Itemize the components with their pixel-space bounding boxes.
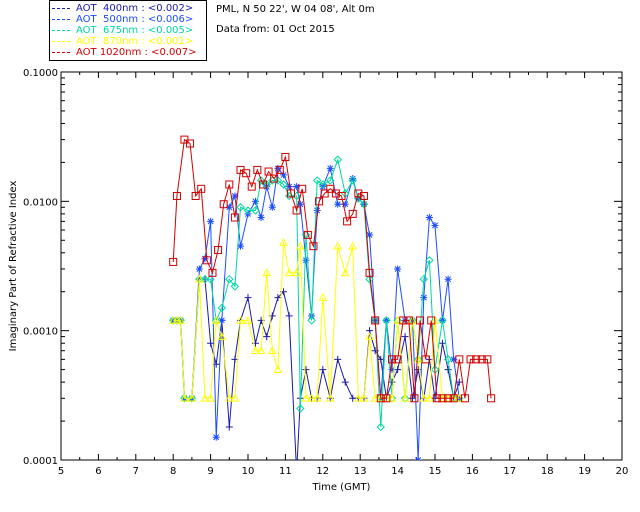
data-point: [334, 200, 342, 208]
x-tick-label: 5: [58, 466, 64, 477]
data-point: [341, 378, 349, 386]
data-point: [414, 456, 422, 460]
x-tick-label: 17: [503, 466, 516, 477]
x-tick-label: 8: [170, 466, 176, 477]
y-tick-label: 0.1000: [23, 68, 58, 79]
data-point: [285, 312, 293, 320]
refractive-index-chart: 5 6 7 8 9 10 11 12 13 14 15 16 17 18 19 20 0.0001 0.0010 0…: [8, 68, 629, 493]
data-point: [268, 203, 276, 211]
data-point: [302, 366, 310, 374]
x-tick-label: 18: [541, 466, 554, 477]
x-axis-title: Time (GMT): [312, 482, 371, 493]
x-tick-label: 7: [133, 466, 139, 477]
y-tick-label: 0.0100: [23, 197, 58, 208]
x-tick-label: 16: [466, 466, 479, 477]
x-tick-label: 9: [207, 466, 213, 477]
x-tick-label: 12: [316, 466, 329, 477]
x-tick-label: 6: [95, 466, 101, 477]
series-2: [168, 155, 464, 432]
data-point: [431, 222, 439, 230]
data-point: [195, 265, 203, 273]
data-point: [257, 213, 265, 221]
data-point: [414, 366, 422, 374]
data-point: [263, 333, 271, 341]
data-point: [425, 213, 433, 221]
data-point: [319, 366, 327, 374]
data-point: [326, 164, 334, 172]
data-point: [225, 423, 233, 431]
series-line: [173, 157, 460, 428]
plot-frame: [60, 71, 623, 461]
data-point: [244, 294, 252, 302]
x-tick-label: 15: [429, 466, 442, 477]
data-point: [212, 433, 220, 441]
data-point: [401, 333, 409, 341]
x-tick-label: 20: [616, 466, 629, 477]
x-tick-label: 13: [354, 466, 367, 477]
x-tick-label: 11: [279, 466, 292, 477]
data-point: [420, 294, 428, 302]
data-point: [302, 256, 310, 264]
y-tick-label: 0.0010: [23, 327, 58, 338]
data-point: [394, 265, 402, 273]
data-point: [207, 339, 215, 347]
y-tick-label: 0.0001: [23, 456, 58, 467]
plot-area: [168, 135, 496, 476]
x-tick-label: 14: [391, 466, 404, 477]
data-point: [444, 275, 452, 283]
data-point: [207, 217, 215, 225]
x-tick-label: 19: [578, 466, 591, 477]
x-tick-label: 10: [242, 466, 255, 477]
data-point: [293, 469, 300, 476]
y-axis-title: Imaginary Part of Refractive Index: [8, 181, 19, 352]
data-point: [334, 355, 342, 363]
data-point: [444, 366, 452, 374]
